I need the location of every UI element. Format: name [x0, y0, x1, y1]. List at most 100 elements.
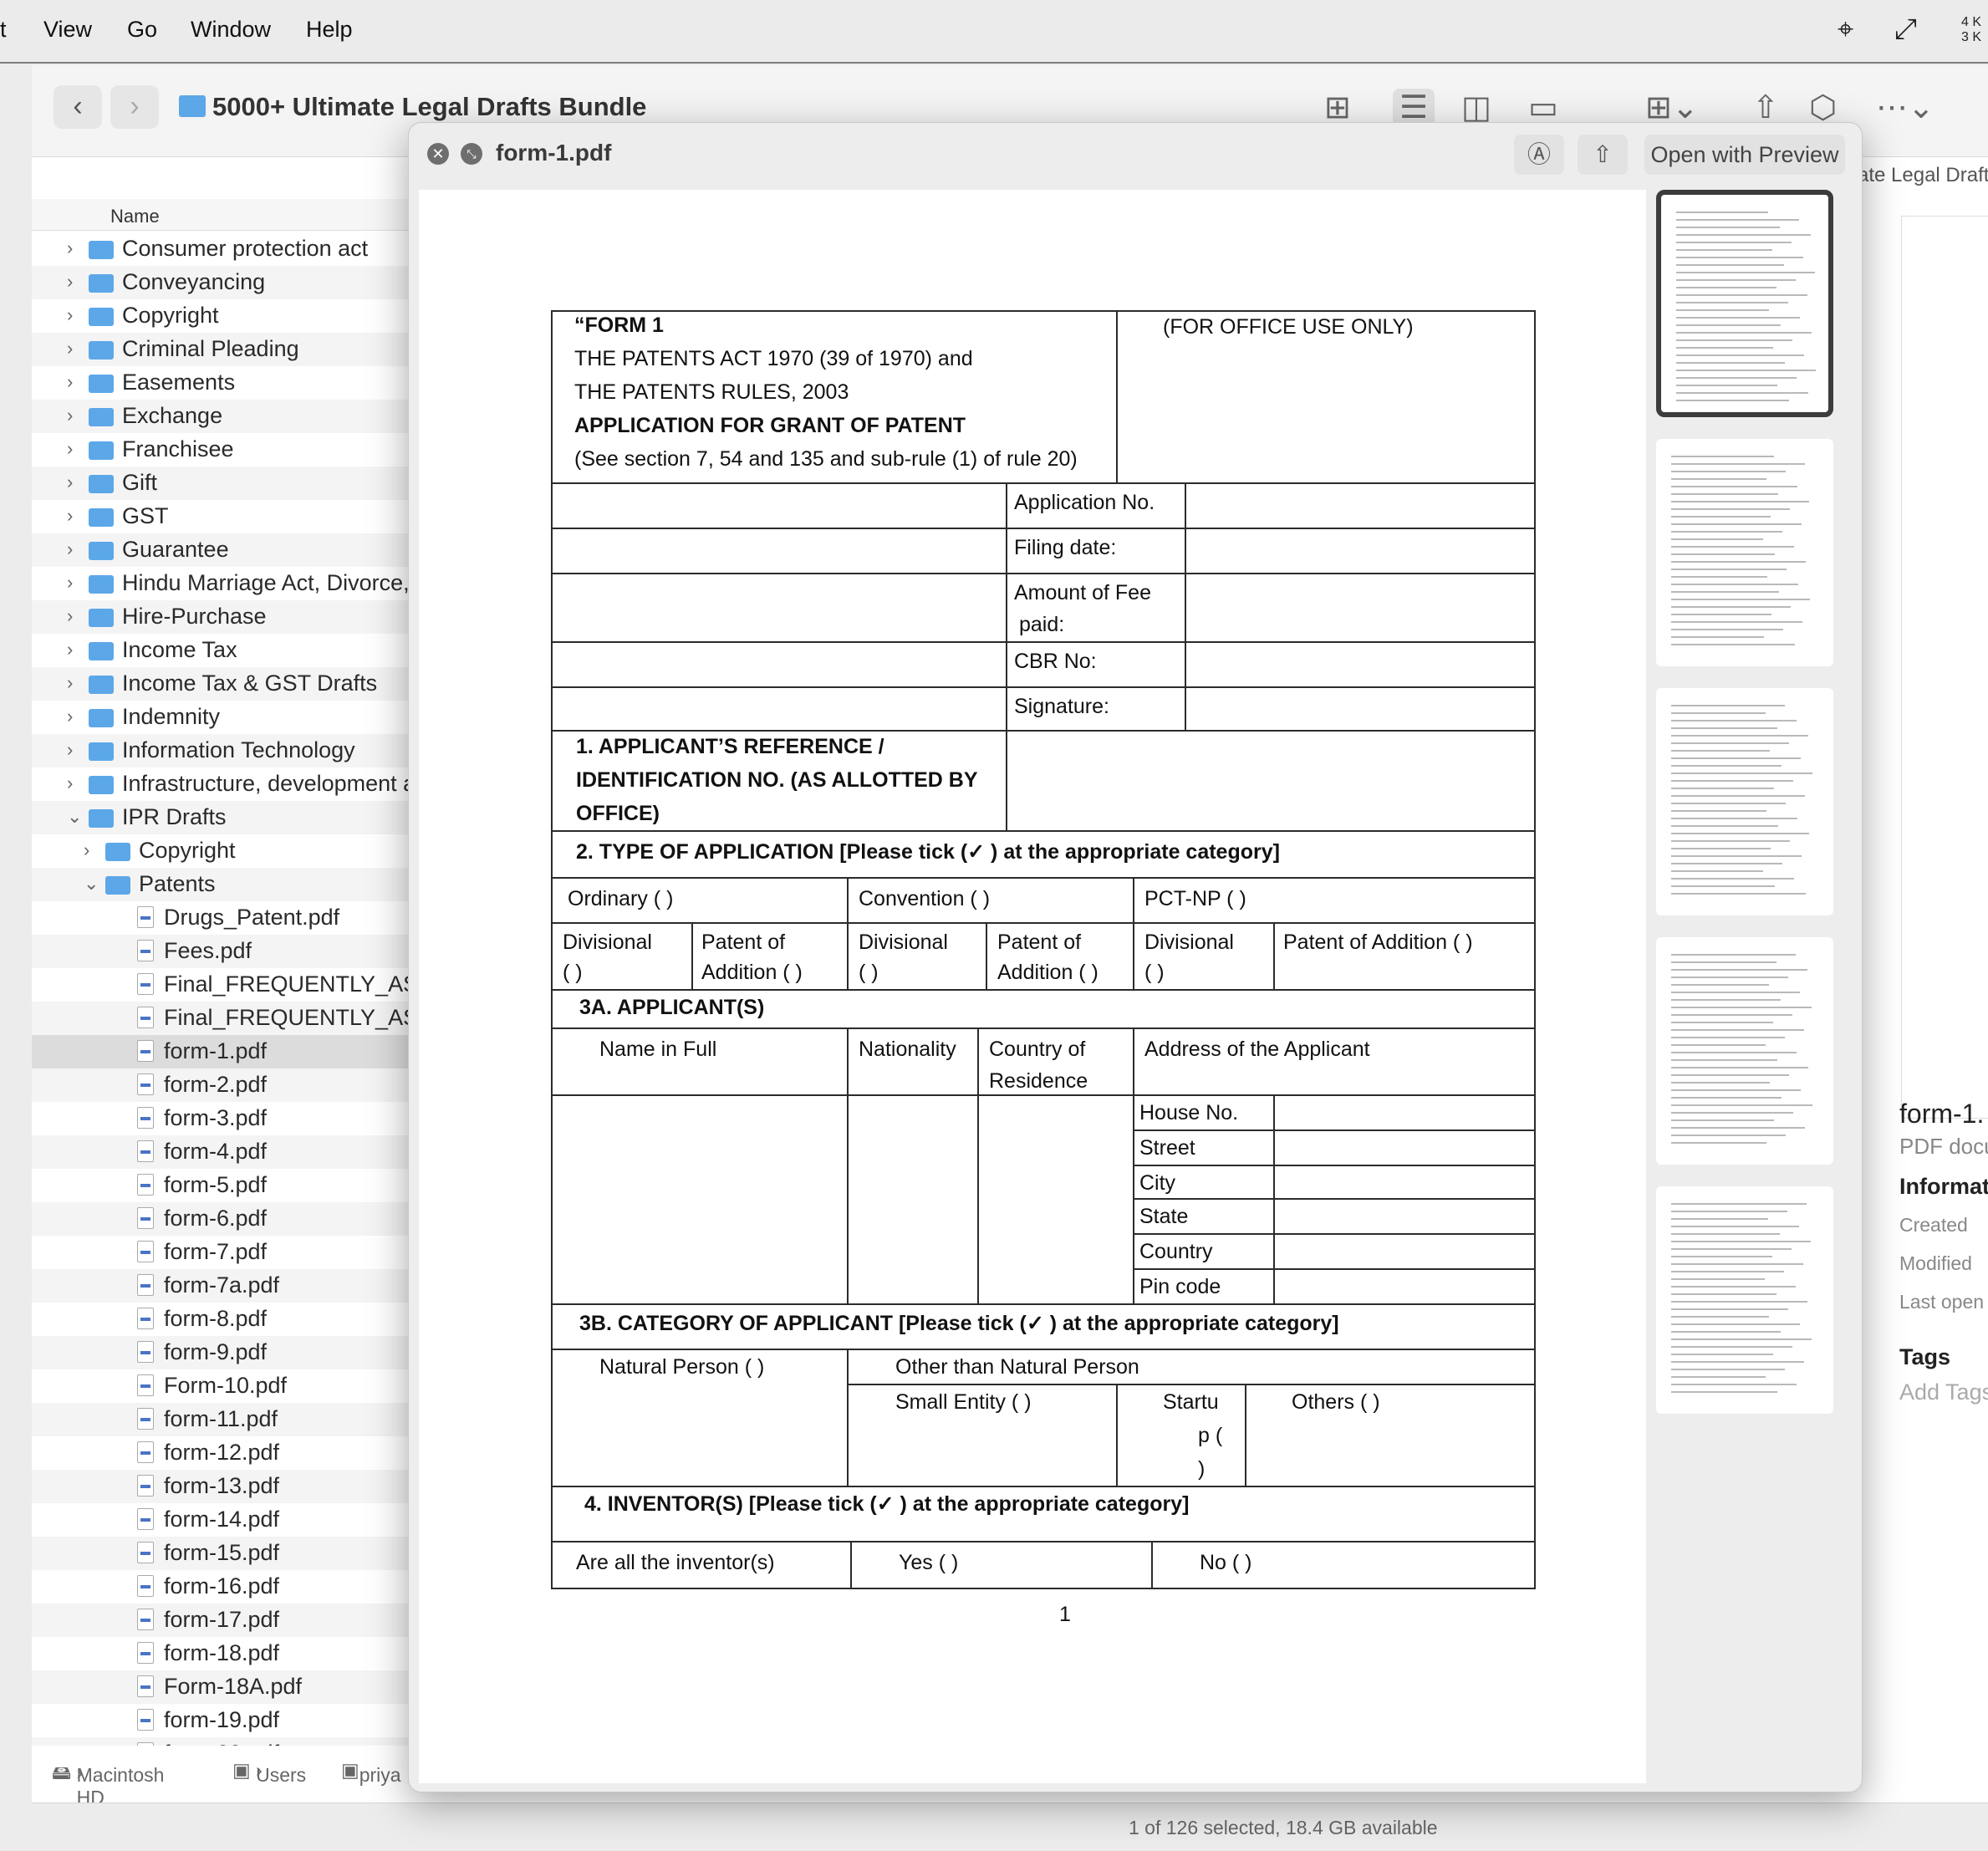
- open-with-preview-button[interactable]: Open with Preview: [1644, 135, 1845, 175]
- share-icon[interactable]: ⇧: [1752, 89, 1779, 126]
- file-row[interactable]: form-16.pdf: [32, 1570, 433, 1604]
- chevron-right-icon[interactable]: ›: [67, 538, 73, 560]
- file-row[interactable]: Form-18A.pdf: [32, 1670, 433, 1704]
- list-view-icon[interactable]: ☰: [1393, 89, 1435, 126]
- back-button[interactable]: ‹: [54, 85, 102, 129]
- chevron-right-icon[interactable]: ›: [67, 338, 73, 359]
- chevron-right-icon[interactable]: ›: [67, 438, 73, 460]
- file-row[interactable]: form-18.pdf: [32, 1637, 433, 1670]
- page-thumbnail[interactable]: [1656, 190, 1833, 417]
- page-thumbnail[interactable]: [1656, 688, 1833, 915]
- file-row[interactable]: Fees.pdf: [32, 935, 433, 968]
- folder-row[interactable]: › Exchange: [32, 400, 433, 433]
- file-row[interactable]: Drugs_Patent.pdf: [32, 901, 433, 935]
- file-row[interactable]: form-17.pdf: [32, 1604, 433, 1637]
- column-header[interactable]: Name: [32, 199, 450, 231]
- chevron-right-icon[interactable]: ›: [67, 371, 73, 393]
- file-row[interactable]: form-3.pdf: [32, 1102, 433, 1135]
- file-row[interactable]: form-8.pdf: [32, 1303, 433, 1336]
- file-row[interactable]: form-5.pdf: [32, 1169, 433, 1202]
- folder-row[interactable]: › GST: [32, 500, 433, 533]
- window-title: 5000+ Ultimate Legal Drafts Bundle: [212, 92, 647, 121]
- file-row[interactable]: form-15.pdf: [32, 1537, 433, 1570]
- folder-row[interactable]: › Guarantee: [32, 533, 433, 567]
- folder-row[interactable]: › Copyright: [32, 299, 433, 333]
- menu-item-partial[interactable]: t: [0, 17, 7, 43]
- column-view-icon[interactable]: ◫: [1461, 89, 1491, 126]
- chevron-right-icon[interactable]: ›: [67, 773, 73, 794]
- folder-row[interactable]: › Conveyancing: [32, 266, 433, 299]
- menu-item-go[interactable]: Go: [127, 17, 157, 43]
- folder-row[interactable]: › Easements: [32, 366, 433, 400]
- chevron-right-icon[interactable]: ›: [67, 472, 73, 493]
- chevron-right-icon[interactable]: ›: [67, 304, 73, 326]
- file-row[interactable]: form-4.pdf: [32, 1135, 433, 1169]
- add-tags-field[interactable]: Add Tags: [1899, 1379, 1988, 1405]
- chevron-right-icon[interactable]: ›: [67, 639, 73, 660]
- chevron-right-icon[interactable]: ›: [67, 505, 73, 527]
- file-row[interactable]: form-14.pdf: [32, 1503, 433, 1537]
- file-row[interactable]: form-19.pdf: [32, 1704, 433, 1737]
- file-row[interactable]: form-20.pdf: [32, 1737, 433, 1746]
- file-row[interactable]: form-11.pdf: [32, 1403, 433, 1436]
- folder-row[interactable]: ⌄ Patents: [32, 868, 433, 901]
- page-thumbnail[interactable]: [1656, 439, 1833, 666]
- more-actions-icon[interactable]: ⋯⌄: [1876, 89, 1934, 126]
- fullscreen-icon[interactable]: ⤢: [1894, 13, 1917, 46]
- chevron-right-icon[interactable]: ›: [84, 839, 89, 861]
- startup-option-3: ): [1198, 1457, 1206, 1481]
- file-row[interactable]: Final_FREQUENTLY_ASK: [32, 1002, 433, 1035]
- share-button[interactable]: ⇧: [1578, 135, 1628, 175]
- folder-row[interactable]: › Income Tax & GST Drafts: [32, 667, 433, 701]
- folder-row[interactable]: › Income Tax: [32, 634, 433, 667]
- file-row[interactable]: form-9.pdf: [32, 1336, 433, 1369]
- path-item-users[interactable]: ▣ Users ›: [232, 1759, 306, 1786]
- path-item-user[interactable]: ▣ priya: [341, 1759, 401, 1786]
- folder-row[interactable]: › Hire-Purchase: [32, 600, 433, 634]
- close-button[interactable]: ✕: [427, 143, 449, 165]
- menu-item-window[interactable]: Window: [191, 17, 271, 43]
- chevron-right-icon[interactable]: ›: [67, 405, 73, 426]
- chevron-down-icon[interactable]: ⌄: [84, 873, 99, 895]
- chevron-right-icon[interactable]: ›: [67, 706, 73, 727]
- file-row[interactable]: form-13.pdf: [32, 1470, 433, 1503]
- screen-capture-icon[interactable]: ⌖: [1838, 13, 1853, 46]
- file-row[interactable]: form-2.pdf: [32, 1068, 433, 1102]
- path-item-disk[interactable]: 🖴 Macintosh HD ›: [52, 1759, 164, 1808]
- file-row[interactable]: form-7a.pdf: [32, 1269, 433, 1303]
- chevron-right-icon[interactable]: ›: [67, 271, 73, 293]
- file-row[interactable]: Final_FREQUENTLY_ASK: [32, 968, 433, 1002]
- folder-row[interactable]: › Consumer protection act: [32, 232, 433, 266]
- file-row[interactable]: Form-10.pdf: [32, 1369, 433, 1403]
- file-row[interactable]: form-1.pdf: [32, 1035, 433, 1068]
- chevron-right-icon[interactable]: ›: [67, 605, 73, 627]
- chevron-right-icon[interactable]: ›: [67, 572, 73, 594]
- icon-view-icon[interactable]: ⊞: [1324, 89, 1351, 126]
- folder-row[interactable]: › Hindu Marriage Act, Divorce,: [32, 567, 433, 600]
- folder-row[interactable]: ⌄ IPR Drafts: [32, 801, 433, 834]
- chevron-right-icon[interactable]: ›: [67, 739, 73, 761]
- folder-row[interactable]: › Indemnity: [32, 701, 433, 734]
- folder-row[interactable]: › Copyright: [32, 834, 433, 868]
- menu-item-view[interactable]: View: [43, 17, 92, 43]
- exit-fullscreen-button[interactable]: ⤡: [461, 143, 482, 165]
- folder-row[interactable]: › Franchisee: [32, 433, 433, 467]
- folder-row[interactable]: › Criminal Pleading: [32, 333, 433, 366]
- menu-item-help[interactable]: Help: [306, 17, 353, 43]
- file-row[interactable]: form-12.pdf: [32, 1436, 433, 1470]
- page-thumbnail[interactable]: [1656, 937, 1833, 1165]
- folder-row[interactable]: › Information Technology: [32, 734, 433, 767]
- chevron-right-icon[interactable]: ›: [67, 237, 73, 259]
- file-row[interactable]: form-6.pdf: [32, 1202, 433, 1236]
- page-thumbnail[interactable]: [1656, 1186, 1833, 1414]
- folder-row[interactable]: › Gift: [32, 467, 433, 500]
- tag-icon[interactable]: ⬡: [1809, 89, 1837, 126]
- forward-button[interactable]: ›: [110, 85, 159, 129]
- file-row[interactable]: form-7.pdf: [32, 1236, 433, 1269]
- chevron-right-icon[interactable]: ›: [67, 672, 73, 694]
- group-by-icon[interactable]: ⊞⌄: [1645, 89, 1699, 126]
- folder-row[interactable]: › Infrastructure, development a: [32, 767, 433, 801]
- markup-button[interactable]: Ⓐ: [1514, 135, 1564, 175]
- gallery-view-icon[interactable]: ▭: [1528, 89, 1558, 126]
- chevron-down-icon[interactable]: ⌄: [67, 806, 82, 828]
